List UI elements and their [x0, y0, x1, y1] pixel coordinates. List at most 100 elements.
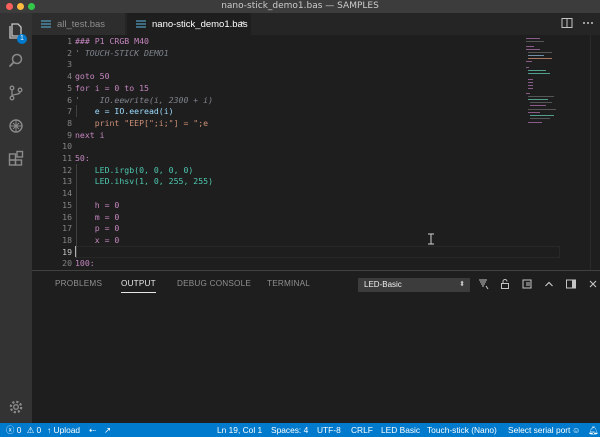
split-editor-icon[interactable]	[561, 17, 573, 29]
line-number: 8	[67, 117, 72, 128]
gear-icon	[9, 400, 23, 414]
code-line: h = 0	[75, 199, 120, 210]
lock-scroll-icon[interactable]	[499, 278, 511, 290]
window-title: nano-stick_demo1.bas — SAMPLES	[221, 1, 379, 11]
ibeam-cursor-icon	[428, 233, 434, 245]
extensions-button[interactable]	[0, 144, 32, 172]
tab-all-test[interactable]: all_test.bas	[32, 13, 126, 35]
file-lines-icon	[40, 20, 52, 28]
device-selector[interactable]: Touch-stick (Nano)	[427, 423, 497, 437]
search-button[interactable]	[0, 47, 32, 75]
language-mode[interactable]: LED Basic	[381, 423, 420, 437]
toggle-panel-position-icon[interactable]	[565, 278, 577, 290]
debug-button[interactable]	[0, 112, 32, 140]
tab-nano-stick-demo1[interactable]: nano-stick_demo1.bas ×	[127, 13, 251, 35]
output-channel-select[interactable]: LED-Basic ⬍	[358, 278, 470, 292]
explorer-button[interactable]: 1	[0, 17, 32, 45]
problems-status[interactable]: ⓧ 0 ⚠ 0	[6, 423, 41, 437]
more-actions-icon[interactable]	[582, 17, 594, 29]
indentation[interactable]: Spaces: 4	[271, 423, 308, 437]
error-count: 0	[16, 425, 22, 435]
line-number: 18	[62, 234, 72, 245]
code-line: e = IO.eeread(i)	[75, 106, 174, 117]
select-chevron-icon: ⬍	[459, 281, 465, 288]
code-line: LED.irgb(0, 0, 0, 0)	[75, 164, 194, 175]
line-number: 3	[67, 59, 72, 70]
source-control-button[interactable]	[0, 79, 32, 107]
line-ending[interactable]: CRLF	[351, 423, 373, 437]
vertical-scrollbar[interactable]	[590, 35, 600, 270]
output-channel-value: LED-Basic	[364, 280, 402, 289]
code-line: LED.ihsv(1, 0, 255, 255)	[75, 176, 214, 187]
close-tab-icon[interactable]: ×	[240, 18, 245, 28]
line-number: 14	[62, 188, 72, 199]
close-panel-icon[interactable]	[587, 278, 599, 290]
warning-count: 0	[36, 425, 42, 435]
tab-terminal[interactable]: TERMINAL	[267, 279, 310, 288]
serial-port-selector[interactable]: Select serial port	[508, 423, 570, 437]
maximize-panel-icon[interactable]	[543, 278, 555, 290]
line-number: 19	[62, 246, 72, 257]
code-line: 100:	[75, 258, 95, 269]
current-line-highlight	[75, 246, 560, 258]
bottom-panel: PROBLEMS OUTPUT DEBUG CONSOLE TERMINAL L…	[32, 270, 600, 423]
manage-button[interactable]	[0, 393, 32, 421]
line-number: 1	[67, 36, 72, 46]
code-line: x = 0	[75, 234, 120, 245]
line-number: 16	[62, 211, 72, 222]
line-number: 15	[62, 199, 72, 210]
code-line: print "EEP[";i;"] = ";e	[75, 117, 209, 128]
line-number: 2	[67, 47, 72, 58]
debug-icon	[9, 119, 23, 133]
activity-bar: 1	[0, 13, 32, 423]
open-log-icon[interactable]	[521, 278, 533, 290]
line-number: 17	[62, 223, 72, 234]
line-number: 12	[62, 164, 72, 175]
code-line: m = 0	[75, 211, 120, 222]
minimap[interactable]	[526, 35, 586, 130]
extensions-icon	[8, 150, 24, 166]
code-line: p = 0	[75, 223, 120, 234]
file-lines-icon	[135, 20, 147, 28]
line-number: 9	[67, 129, 72, 140]
tab-label: nano-stick_demo1.bas	[152, 18, 248, 30]
line-number: 7	[67, 106, 72, 117]
code-line: next i	[75, 129, 105, 140]
line-number: 6	[67, 94, 72, 105]
tab-output[interactable]: OUTPUT	[121, 279, 156, 293]
notifications-icon[interactable]: 🔔︎	[588, 423, 599, 437]
panel-tabs: PROBLEMS OUTPUT DEBUG CONSOLE TERMINAL L…	[32, 271, 600, 297]
code-line: 50:	[75, 153, 90, 163]
line-number: 13	[62, 176, 72, 187]
upload-icon: ↑	[47, 425, 52, 435]
tab-label: all_test.bas	[57, 18, 106, 30]
cursor-position[interactable]: Ln 19, Col 1	[217, 423, 262, 437]
feedback-icon[interactable]: ☺	[572, 423, 581, 437]
upload-label: Upload	[53, 425, 81, 435]
line-number: 10	[62, 141, 72, 152]
editor-actions	[561, 17, 594, 29]
warning-icon: ⚠	[26, 425, 35, 435]
line-number: 11	[62, 153, 72, 163]
title-bar: nano-stick_demo1.bas — SAMPLES	[0, 0, 600, 13]
back-icon[interactable]: ⇠	[89, 423, 96, 437]
forward-icon[interactable]: ↗	[104, 423, 111, 437]
line-number: 4	[67, 71, 72, 82]
code-line: ' TOUCH-STICK DEMO1	[75, 47, 169, 58]
editor-tabs: all_test.bas nano-stick_demo1.bas ×	[32, 13, 600, 35]
code-line: ### P1 CRGB M40	[75, 36, 149, 46]
panel-actions	[477, 278, 599, 290]
source-control-icon	[9, 85, 23, 101]
status-bar: ⓧ 0 ⚠ 0 ↑ Upload ⇠ ↗ Ln 19, Col 1 Spaces…	[0, 423, 600, 437]
encoding[interactable]: UTF-8	[317, 423, 341, 437]
search-icon	[8, 53, 23, 68]
error-icon: ⓧ	[6, 425, 15, 435]
clear-output-icon[interactable]	[477, 278, 489, 290]
tab-problems[interactable]: PROBLEMS	[55, 279, 102, 288]
code-line: ' IO.eewrite(i, 2300 + i)	[75, 94, 214, 105]
code-line: goto 50	[75, 71, 110, 82]
upload-button[interactable]: ↑ Upload	[47, 423, 80, 437]
code-editor[interactable]: 1 2 3 4 5 6 7 8 9 10 11 12 13 14 15 16 1…	[32, 35, 600, 270]
tab-debug-console[interactable]: DEBUG CONSOLE	[177, 279, 251, 288]
explorer-badge: 1	[17, 34, 27, 44]
